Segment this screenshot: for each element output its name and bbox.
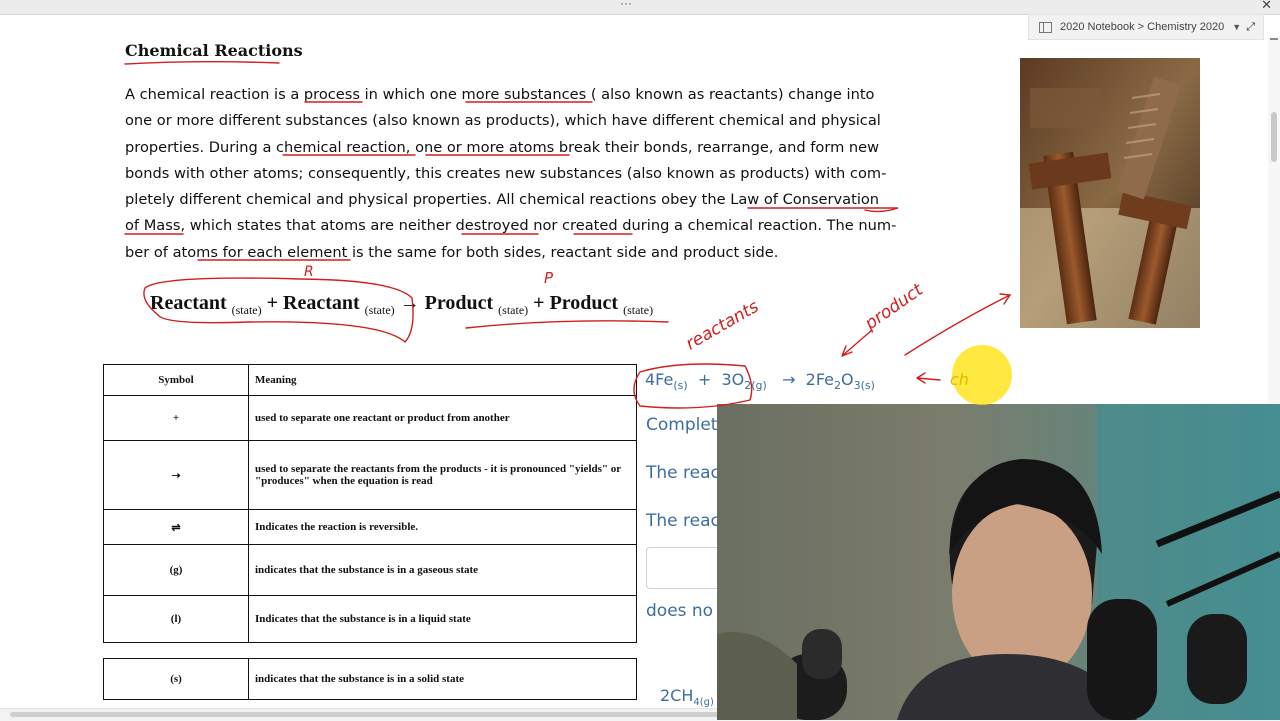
reactant-oxygen: 3O [721,370,745,389]
webcam-video [717,404,1280,720]
meaning-cell: Indicates the reaction is reversible. [248,509,637,545]
column-header-symbol: Symbol [103,364,249,396]
meaning-cell: used to separate the reactants from the … [248,440,637,510]
table-row: (g) indicates that the substance is in a… [103,544,637,596]
state-label: (state) [231,303,262,317]
meaning-cell: indicates that the substance is in a sol… [248,658,637,700]
question-fragment: The reac [646,463,720,483]
product-label: product [861,279,928,334]
yields-arrow: → [399,292,420,314]
window-menu-icon[interactable]: ··· [620,0,632,10]
state-sub: (g) [751,379,767,393]
reactant-iron: 4Fe [645,370,674,389]
product-term: Product [549,292,619,314]
reactant-term: Reactant [150,292,227,314]
table-header-row: Symbol Meaning [103,364,637,396]
product-mark: P [544,269,554,287]
question-fragment: Complet [646,415,718,435]
state-sub: (s) [860,379,875,393]
symbol-table: Symbol Meaning + used to separate one re… [103,364,637,643]
notebook-icon [1039,21,1052,33]
methane-formula: 2CH [660,686,694,705]
window-top-bar: ··· ✕ [0,0,1280,15]
notebook-breadcrumb[interactable]: 2020 Notebook > Chemistry 2020 ▼ ⤢ [1028,14,1264,40]
chevron-down-icon[interactable]: ▼ [1232,22,1241,32]
state-label: (state) [623,303,654,317]
scroll-minus-icon[interactable] [1270,38,1278,44]
symbol-cell: + [103,395,249,441]
state-label: (state) [364,303,395,317]
paragraph-line: properties. During a chemical reaction, … [125,138,880,156]
table-row: (l) Indicates that the substance is in a… [103,595,637,643]
methane-fragment: 2CH4(g) [660,686,714,708]
paragraph-line: bonds with other atoms; consequently, th… [125,164,887,182]
symbol-cell: ➝ [103,440,249,510]
symbol-cell: (l) [103,595,249,643]
plus-sign: + [266,292,279,314]
table-row: + used to separate one reactant or produ… [103,395,637,441]
product-iron-oxide: 2Fe [805,370,834,389]
meaning-cell: indicates that the substance is in a gas… [248,544,637,596]
state-label: (state) [498,303,529,317]
page-title: Chemical Reactions [125,41,303,60]
subscript: 2 [834,379,841,393]
subscript: 4(g) [693,697,714,709]
yields-arrow: → [782,370,796,389]
symbol-cell: (g) [103,544,249,596]
breadcrumb-text[interactable]: 2020 Notebook > Chemistry 2020 [1060,21,1224,33]
plus-sign: + [533,292,545,314]
symbol-table-continued: (s) indicates that the substance is in a… [103,658,637,700]
ch-label: ch [950,370,969,389]
paragraph-line: one or more different substances (also k… [125,112,881,130]
reactant-term: Reactant [283,292,360,314]
plus-sign: + [697,370,712,389]
product-term: Product [424,292,494,314]
table-row: ⇌ Indicates the reaction is reversible. [103,509,637,545]
question-fragment: The reac [646,511,720,531]
column-header-meaning: Meaning [248,364,637,396]
expand-icon[interactable]: ⤢ [1246,21,1255,34]
meaning-cell: Indicates that the substance is in a liq… [248,595,637,643]
table-row: ➝ used to separate the reactants from th… [103,440,637,510]
meaning-cell: used to separate one reactant or product… [248,395,637,441]
rusty-bolts-photo [1020,58,1200,328]
question-fragment: does no [646,601,714,621]
table-row: (s) indicates that the substance is in a… [103,658,637,700]
answer-input[interactable] [646,547,728,589]
scrollbar-thumb[interactable] [1271,112,1277,162]
general-equation: Reactant (state) + Reactant (state) → Pr… [150,292,710,317]
subscript: 3 [853,379,861,393]
close-icon[interactable]: ✕ [1261,0,1272,13]
definition-paragraph: A chemical reaction is a process in whic… [125,82,920,266]
paragraph-line: of Mass, which states that atoms are nei… [125,217,897,235]
symbol-cell: (s) [103,658,249,700]
reactant-mark: R [304,264,314,280]
oxygen-symbol: O [841,370,854,389]
state-sub: (s) [673,379,688,393]
paragraph-line: ber of atoms for each element is the sam… [125,243,779,261]
symbol-cell: ⇌ [103,509,249,545]
rust-equation: 4Fe(s) + 3O2(g) → 2Fe2O3(s) [645,370,875,392]
paragraph-line: A chemical reaction is a process in whic… [125,86,875,103]
paragraph-line: pletely different chemical and physical … [125,191,880,209]
